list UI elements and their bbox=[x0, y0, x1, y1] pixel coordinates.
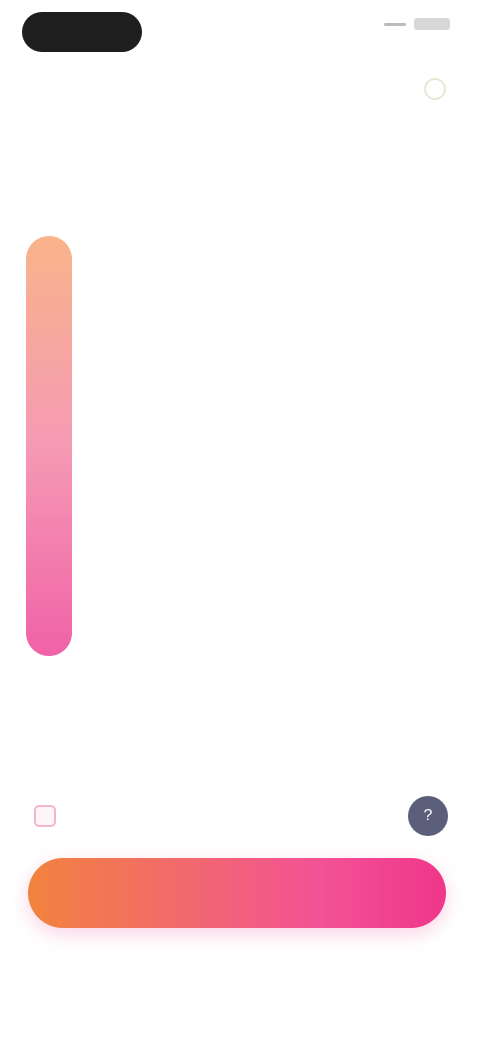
status-indicators bbox=[376, 18, 450, 30]
consent-checkbox[interactable] bbox=[34, 805, 56, 827]
timeline-step-2 bbox=[102, 384, 440, 392]
paywall-screen: ? bbox=[0, 0, 480, 1040]
timeline-step-1 bbox=[102, 256, 440, 264]
timeline-bar bbox=[26, 236, 72, 656]
status-pill bbox=[22, 12, 142, 52]
battery-icon bbox=[414, 18, 450, 30]
timeline-step-3 bbox=[102, 516, 440, 524]
continue-button[interactable] bbox=[28, 858, 446, 928]
checkbox-row: ? bbox=[34, 796, 448, 836]
signal-icon bbox=[384, 22, 406, 26]
help-circle-icon[interactable]: ? bbox=[408, 796, 448, 836]
page-title bbox=[60, 120, 420, 158]
circle-outline-icon[interactable] bbox=[424, 78, 446, 100]
